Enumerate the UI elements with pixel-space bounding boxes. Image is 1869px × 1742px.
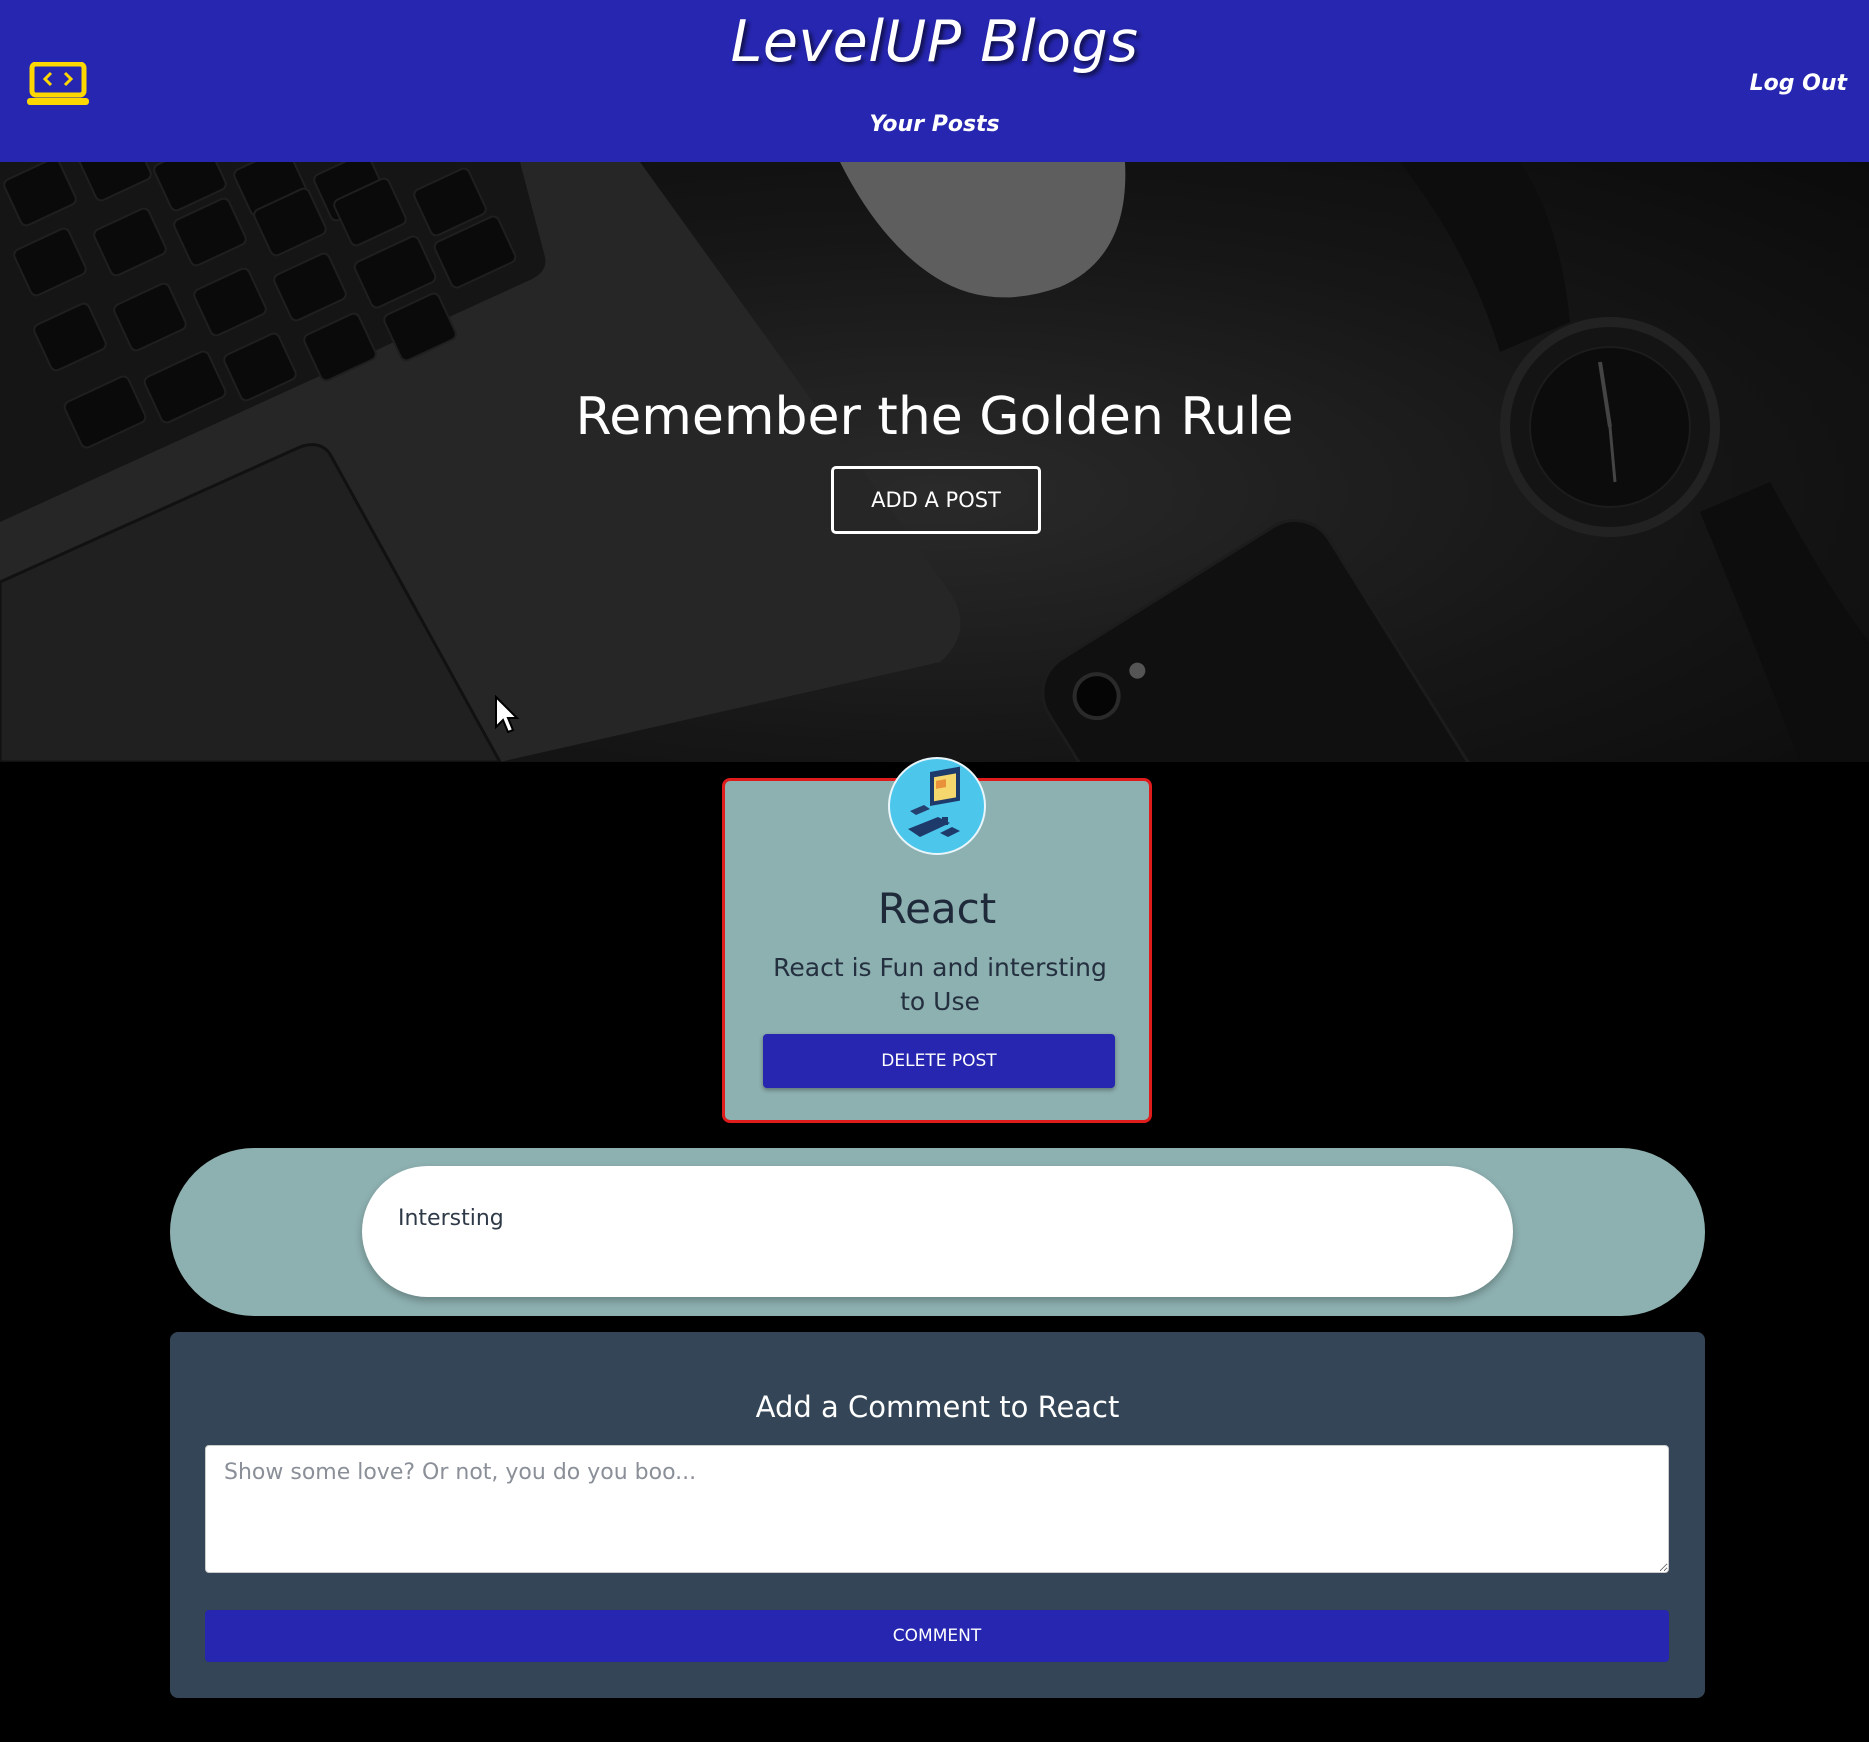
- navbar: LevelUP Blogs Your Posts Log Out: [0, 0, 1869, 162]
- computer-desk-icon: [888, 757, 986, 855]
- hero-title: Remember the Golden Rule: [575, 387, 1294, 447]
- hero-banner: Remember the Golden Rule ADD A POST: [0, 162, 1869, 762]
- comment-textarea[interactable]: [205, 1445, 1669, 1573]
- logout-link[interactable]: Log Out: [1750, 69, 1847, 99]
- comments-list: Intersting: [170, 1148, 1705, 1316]
- comment-text: Intersting: [398, 1206, 504, 1231]
- add-post-button[interactable]: ADD A POST: [831, 466, 1041, 534]
- comment-item: Intersting: [362, 1166, 1513, 1297]
- mouse-cursor-icon: [495, 695, 520, 734]
- add-comment-title: Add a Comment to React: [755, 1390, 1120, 1424]
- hero-background-image: [0, 162, 1869, 762]
- post-body: React is Fun and intersting to Use: [773, 953, 1107, 1016]
- delete-post-button[interactable]: DELETE POST: [763, 1034, 1115, 1088]
- your-posts-link[interactable]: Your Posts: [0, 110, 1869, 140]
- brand-title[interactable]: LevelUP Blogs: [0, 6, 1869, 78]
- post-title: React: [877, 884, 997, 933]
- add-comment-form: Add a Comment to React COMMENT: [170, 1332, 1705, 1698]
- comment-submit-button[interactable]: COMMENT: [205, 1610, 1669, 1662]
